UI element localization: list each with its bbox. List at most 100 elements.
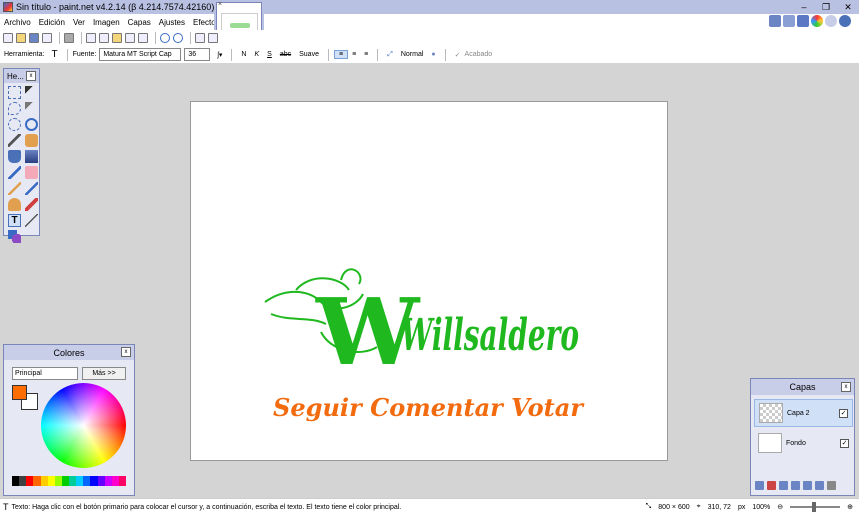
save-icon[interactable] [29,33,39,43]
layer-row[interactable]: Capa 2 ✓ [754,399,853,427]
zoom-out-icon[interactable]: ⊖ [777,503,783,511]
rulers-icon[interactable] [208,33,218,43]
move-layer-up-icon[interactable] [803,481,812,490]
undo-icon[interactable] [160,33,170,43]
blend-mode-select[interactable]: Normal [397,51,428,58]
clone-stamp-icon[interactable] [8,198,21,211]
gradient-icon[interactable] [25,150,38,163]
close-colors-panel-button[interactable]: x [121,347,131,357]
settings-gear-icon[interactable] [825,15,837,27]
image-canvas[interactable]: W Willsaldero Seguir Comentar Votar [190,101,668,461]
finish-check-icon[interactable]: ✓ [451,51,465,59]
menu-bar: Archivo Edición Ver Imagen Capas Ajustes… [0,14,859,30]
menu-imagen[interactable]: Imagen [89,18,124,27]
zoom-value[interactable]: 100% [752,504,770,511]
magic-wand-icon[interactable] [8,134,21,147]
merge-layer-icon[interactable] [791,481,800,490]
help-icon[interactable] [839,15,851,27]
status-bar: T Texto: Haga clic con el botón primario… [0,498,859,515]
shapes-icon[interactable] [8,230,21,243]
blend-mode-icon[interactable]: ⤢ [383,51,397,59]
paintbrush-icon[interactable] [8,166,21,179]
cut-icon[interactable] [86,33,96,43]
copy-icon[interactable] [99,33,109,43]
antialias-select[interactable]: Suave [295,51,323,58]
pan-icon[interactable] [25,134,38,147]
close-layers-panel-button[interactable]: x [841,382,851,392]
subtitle-text: Seguir Comentar Votar [273,393,585,422]
underline-button[interactable]: S [263,51,276,58]
layers-window-icon[interactable] [797,15,809,27]
layers-panel-title: Capas [789,382,816,392]
close-tools-panel-button[interactable]: x [26,71,36,81]
font-select[interactable]: Matura MT Script Cap [99,48,182,61]
lasso-select-icon[interactable] [8,102,21,115]
new-file-icon[interactable] [3,33,13,43]
recolor-icon[interactable] [25,198,38,211]
redo-icon[interactable] [173,33,183,43]
utility-buttons [769,15,851,27]
minimize-button[interactable]: – [793,0,815,14]
print-icon[interactable] [64,33,74,43]
layer-visibility-checkbox[interactable]: ✓ [840,438,849,448]
paintnet-logo-icon [3,2,13,12]
font-size-select[interactable]: 36 [184,48,211,61]
zoom-slider[interactable] [790,502,841,512]
paint-bucket-icon[interactable] [8,150,21,163]
primary-color-swatch[interactable] [12,385,27,400]
history-window-icon[interactable] [783,15,795,27]
eraser-icon[interactable] [25,166,38,179]
color-picker-icon[interactable] [25,182,38,195]
align-left-button[interactable]: ≡ [333,50,349,59]
close-window-button[interactable]: ✕ [837,0,859,14]
unit-select[interactable]: px [738,504,745,511]
delete-layer-icon[interactable] [767,481,776,490]
add-layer-icon[interactable] [755,481,764,490]
grid-icon[interactable] [195,33,205,43]
text-rendering-icon[interactable]: ʃ▾ [213,51,226,59]
selection-mode-icon[interactable]: ● [427,51,439,58]
rectangle-select-icon[interactable] [8,86,21,99]
menu-ver[interactable]: Ver [69,18,89,27]
ellipse-select-icon[interactable] [8,118,21,131]
layer-visibility-checkbox[interactable]: ✓ [839,408,848,418]
pencil-icon[interactable] [8,182,21,195]
layer-actions [755,481,836,490]
zoom-icon[interactable] [25,118,38,131]
maximize-button[interactable]: ❐ [815,0,837,14]
line-curve-icon[interactable] [25,214,38,227]
color-wheel[interactable] [41,383,126,468]
menu-edicion[interactable]: Edición [35,18,69,27]
close-tab-icon[interactable]: × [218,1,222,8]
text-tool-button[interactable]: T [8,214,21,227]
align-right-button[interactable]: ≡ [360,51,372,58]
layer-properties-icon[interactable] [827,481,836,490]
move-selected-icon[interactable] [25,86,38,99]
menu-ajustes[interactable]: Ajustes [155,18,189,27]
text-tool-icon[interactable]: T [47,49,61,60]
cursor-position-icon: ⌖ [696,503,701,510]
deselect-icon[interactable] [138,33,148,43]
paste-icon[interactable] [112,33,122,43]
italic-button[interactable]: K [250,51,263,58]
finish-button[interactable]: Acabado [465,51,493,58]
duplicate-layer-icon[interactable] [779,481,788,490]
layer-row[interactable]: Fondo ✓ [754,429,853,457]
move-selection-icon[interactable] [25,102,38,115]
menu-capas[interactable]: Capas [124,18,155,27]
close-file-icon[interactable] [42,33,52,43]
strikethrough-button[interactable]: abc [276,51,295,58]
more-colors-button[interactable]: Más >> [82,367,126,380]
align-center-button[interactable]: ≡ [348,51,360,58]
menu-archivo[interactable]: Archivo [0,18,35,27]
move-layer-down-icon[interactable] [815,481,824,490]
status-hint: Texto: Haga clic con el botón primario p… [11,503,402,511]
open-file-icon[interactable] [16,33,26,43]
tools-window-icon[interactable] [769,15,781,27]
crop-icon[interactable] [125,33,135,43]
color-mode-select[interactable]: Principal [12,367,78,380]
color-palette[interactable] [12,476,126,486]
colors-window-icon[interactable] [811,15,823,27]
bold-button[interactable]: N [237,51,250,58]
zoom-in-icon[interactable]: ⊕ [847,503,853,511]
